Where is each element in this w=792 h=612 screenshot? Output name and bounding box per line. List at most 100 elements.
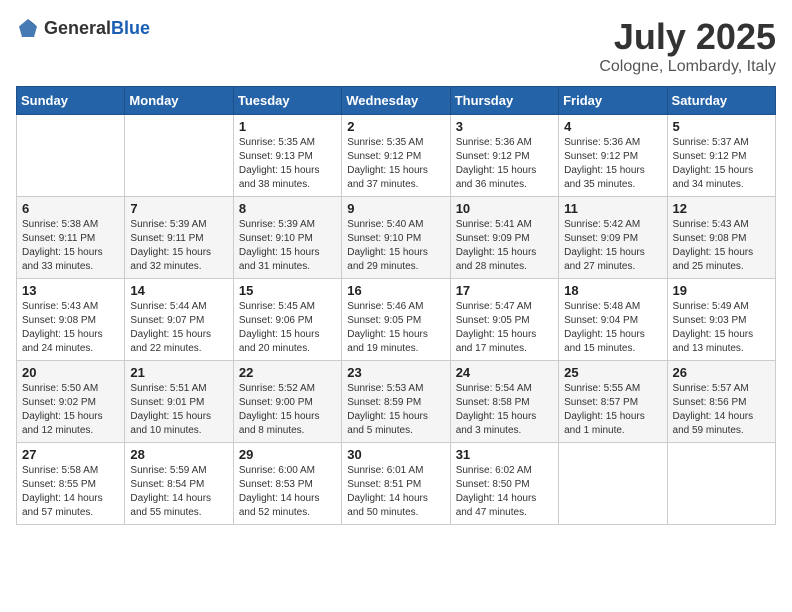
day-info: Sunrise: 5:42 AM Sunset: 9:09 PM Dayligh… — [564, 218, 661, 274]
calendar-cell: 27 Sunrise: 5:58 AM Sunset: 8:55 PM Dayli… — [17, 443, 125, 525]
calendar-cell: 18 Sunrise: 5:48 AM Sunset: 9:04 PM Dayli… — [559, 279, 667, 361]
day-info: Sunrise: 5:52 AM Sunset: 9:00 PM Dayligh… — [239, 382, 336, 438]
day-info: Sunrise: 5:45 AM Sunset: 9:06 PM Dayligh… — [239, 300, 336, 356]
day-number: 22 — [239, 365, 336, 380]
day-number: 29 — [239, 447, 336, 462]
calendar-cell: 25Sunrise: 5:55 AM Sunset: 8:57 PM Dayli… — [559, 361, 667, 443]
day-number: 28 — [130, 447, 227, 462]
day-number: 31 — [456, 447, 553, 462]
day-info: Sunrise: 5:35 AM Sunset: 9:12 PM Dayligh… — [347, 136, 444, 192]
calendar-cell — [667, 443, 775, 525]
logo-general: General — [44, 18, 111, 38]
day-number: 18 — [564, 283, 661, 298]
calendar-week-row: 27 Sunrise: 5:58 AM Sunset: 8:55 PM Dayli… — [17, 443, 776, 525]
calendar-cell: 5 Sunrise: 5:37 AM Sunset: 9:12 PM Daylig… — [667, 115, 775, 197]
day-info: Sunrise: 5:53 AM Sunset: 8:59 PM Dayligh… — [347, 382, 444, 438]
title-block: July 2025 Cologne, Lombardy, Italy — [599, 16, 776, 76]
day-info: Sunrise: 5:48 AM Sunset: 9:04 PM Dayligh… — [564, 300, 661, 356]
weekday-header: Friday — [559, 87, 667, 115]
calendar-cell: 10 Sunrise: 5:41 AM Sunset: 9:09 PM Dayli… — [450, 197, 558, 279]
day-info: Sunrise: 5:39 AM Sunset: 9:10 PM Dayligh… — [239, 218, 336, 274]
calendar-table: SundayMondayTuesdayWednesdayThursdayFrid… — [16, 86, 776, 525]
day-number: 25 — [564, 365, 661, 380]
day-info: Sunrise: 5:37 AM Sunset: 9:12 PM Dayligh… — [673, 136, 770, 192]
calendar-cell: 13 Sunrise: 5:43 AM Sunset: 9:08 PM Dayli… — [17, 279, 125, 361]
calendar-cell: 7 Sunrise: 5:39 AM Sunset: 9:11 PM Daylig… — [125, 197, 233, 279]
calendar-cell: 21Sunrise: 5:51 AM Sunset: 9:01 PM Dayli… — [125, 361, 233, 443]
day-number: 3 — [456, 119, 553, 134]
day-info: Sunrise: 5:51 AM Sunset: 9:01 PM Dayligh… — [130, 382, 227, 438]
logo-blue: Blue — [111, 18, 150, 38]
day-number: 4 — [564, 119, 661, 134]
day-number: 9 — [347, 201, 444, 216]
day-number: 26 — [673, 365, 770, 380]
day-number: 23 — [347, 365, 444, 380]
calendar-cell: 17 Sunrise: 5:47 AM Sunset: 9:05 PM Dayli… — [450, 279, 558, 361]
calendar-cell: 23 Sunrise: 5:53 AM Sunset: 8:59 PM Dayli… — [342, 361, 450, 443]
calendar-cell — [559, 443, 667, 525]
calendar-cell: 16 Sunrise: 5:46 AM Sunset: 9:05 PM Dayli… — [342, 279, 450, 361]
day-number: 8 — [239, 201, 336, 216]
weekday-header-row: SundayMondayTuesdayWednesdayThursdayFrid… — [17, 87, 776, 115]
location-title: Cologne, Lombardy, Italy — [599, 58, 776, 76]
calendar-cell: 12Sunrise: 5:43 AM Sunset: 9:08 PM Dayli… — [667, 197, 775, 279]
day-number: 14 — [130, 283, 227, 298]
day-info: Sunrise: 5:44 AM Sunset: 9:07 PM Dayligh… — [130, 300, 227, 356]
logo: GeneralBlue — [16, 16, 150, 40]
day-number: 5 — [673, 119, 770, 134]
calendar-week-row: 20Sunrise: 5:50 AM Sunset: 9:02 PM Dayli… — [17, 361, 776, 443]
day-number: 16 — [347, 283, 444, 298]
day-info: Sunrise: 5:46 AM Sunset: 9:05 PM Dayligh… — [347, 300, 444, 356]
day-number: 20 — [22, 365, 119, 380]
day-number: 27 — [22, 447, 119, 462]
calendar-cell: 26 Sunrise: 5:57 AM Sunset: 8:56 PM Dayli… — [667, 361, 775, 443]
day-info: Sunrise: 5:49 AM Sunset: 9:03 PM Dayligh… — [673, 300, 770, 356]
day-number: 17 — [456, 283, 553, 298]
day-number: 24 — [456, 365, 553, 380]
calendar-cell — [17, 115, 125, 197]
calendar-cell: 8 Sunrise: 5:39 AM Sunset: 9:10 PM Daylig… — [233, 197, 341, 279]
day-number: 6 — [22, 201, 119, 216]
calendar-cell: 1 Sunrise: 5:35 AM Sunset: 9:13 PM Daylig… — [233, 115, 341, 197]
day-number: 19 — [673, 283, 770, 298]
day-info: Sunrise: 5:35 AM Sunset: 9:13 PM Dayligh… — [239, 136, 336, 192]
weekday-header: Wednesday — [342, 87, 450, 115]
day-info: Sunrise: 5:59 AM Sunset: 8:54 PM Dayligh… — [130, 464, 227, 520]
calendar-cell: 2 Sunrise: 5:35 AM Sunset: 9:12 PM Daylig… — [342, 115, 450, 197]
day-number: 15 — [239, 283, 336, 298]
calendar-cell: 29 Sunrise: 6:00 AM Sunset: 8:53 PM Dayli… — [233, 443, 341, 525]
calendar-cell: 19 Sunrise: 5:49 AM Sunset: 9:03 PM Dayli… — [667, 279, 775, 361]
calendar-cell: 11Sunrise: 5:42 AM Sunset: 9:09 PM Dayli… — [559, 197, 667, 279]
calendar-cell: 4 Sunrise: 5:36 AM Sunset: 9:12 PM Daylig… — [559, 115, 667, 197]
day-info: Sunrise: 5:57 AM Sunset: 8:56 PM Dayligh… — [673, 382, 770, 438]
calendar-cell: 24Sunrise: 5:54 AM Sunset: 8:58 PM Dayli… — [450, 361, 558, 443]
day-number: 10 — [456, 201, 553, 216]
day-number: 30 — [347, 447, 444, 462]
day-info: Sunrise: 5:36 AM Sunset: 9:12 PM Dayligh… — [456, 136, 553, 192]
day-number: 1 — [239, 119, 336, 134]
weekday-header: Thursday — [450, 87, 558, 115]
day-number: 13 — [22, 283, 119, 298]
day-info: Sunrise: 5:40 AM Sunset: 9:10 PM Dayligh… — [347, 218, 444, 274]
weekday-header: Sunday — [17, 87, 125, 115]
calendar-cell: 22 Sunrise: 5:52 AM Sunset: 9:00 PM Dayli… — [233, 361, 341, 443]
calendar-week-row: 6Sunrise: 5:38 AM Sunset: 9:11 PM Daylig… — [17, 197, 776, 279]
logo-icon — [16, 16, 40, 40]
weekday-header: Monday — [125, 87, 233, 115]
calendar-cell: 15 Sunrise: 5:45 AM Sunset: 9:06 PM Dayli… — [233, 279, 341, 361]
calendar-cell: 20Sunrise: 5:50 AM Sunset: 9:02 PM Dayli… — [17, 361, 125, 443]
calendar-cell: 6Sunrise: 5:38 AM Sunset: 9:11 PM Daylig… — [17, 197, 125, 279]
day-info: Sunrise: 5:58 AM Sunset: 8:55 PM Dayligh… — [22, 464, 119, 520]
day-info: Sunrise: 5:41 AM Sunset: 9:09 PM Dayligh… — [456, 218, 553, 274]
calendar-cell: 30Sunrise: 6:01 AM Sunset: 8:51 PM Dayli… — [342, 443, 450, 525]
day-number: 2 — [347, 119, 444, 134]
day-info: Sunrise: 5:43 AM Sunset: 9:08 PM Dayligh… — [673, 218, 770, 274]
day-info: Sunrise: 5:39 AM Sunset: 9:11 PM Dayligh… — [130, 218, 227, 274]
calendar-cell: 14 Sunrise: 5:44 AM Sunset: 9:07 PM Dayli… — [125, 279, 233, 361]
day-info: Sunrise: 6:00 AM Sunset: 8:53 PM Dayligh… — [239, 464, 336, 520]
day-info: Sunrise: 5:47 AM Sunset: 9:05 PM Dayligh… — [456, 300, 553, 356]
day-number: 7 — [130, 201, 227, 216]
day-info: Sunrise: 5:36 AM Sunset: 9:12 PM Dayligh… — [564, 136, 661, 192]
day-info: Sunrise: 6:02 AM Sunset: 8:50 PM Dayligh… — [456, 464, 553, 520]
day-info: Sunrise: 5:43 AM Sunset: 9:08 PM Dayligh… — [22, 300, 119, 356]
